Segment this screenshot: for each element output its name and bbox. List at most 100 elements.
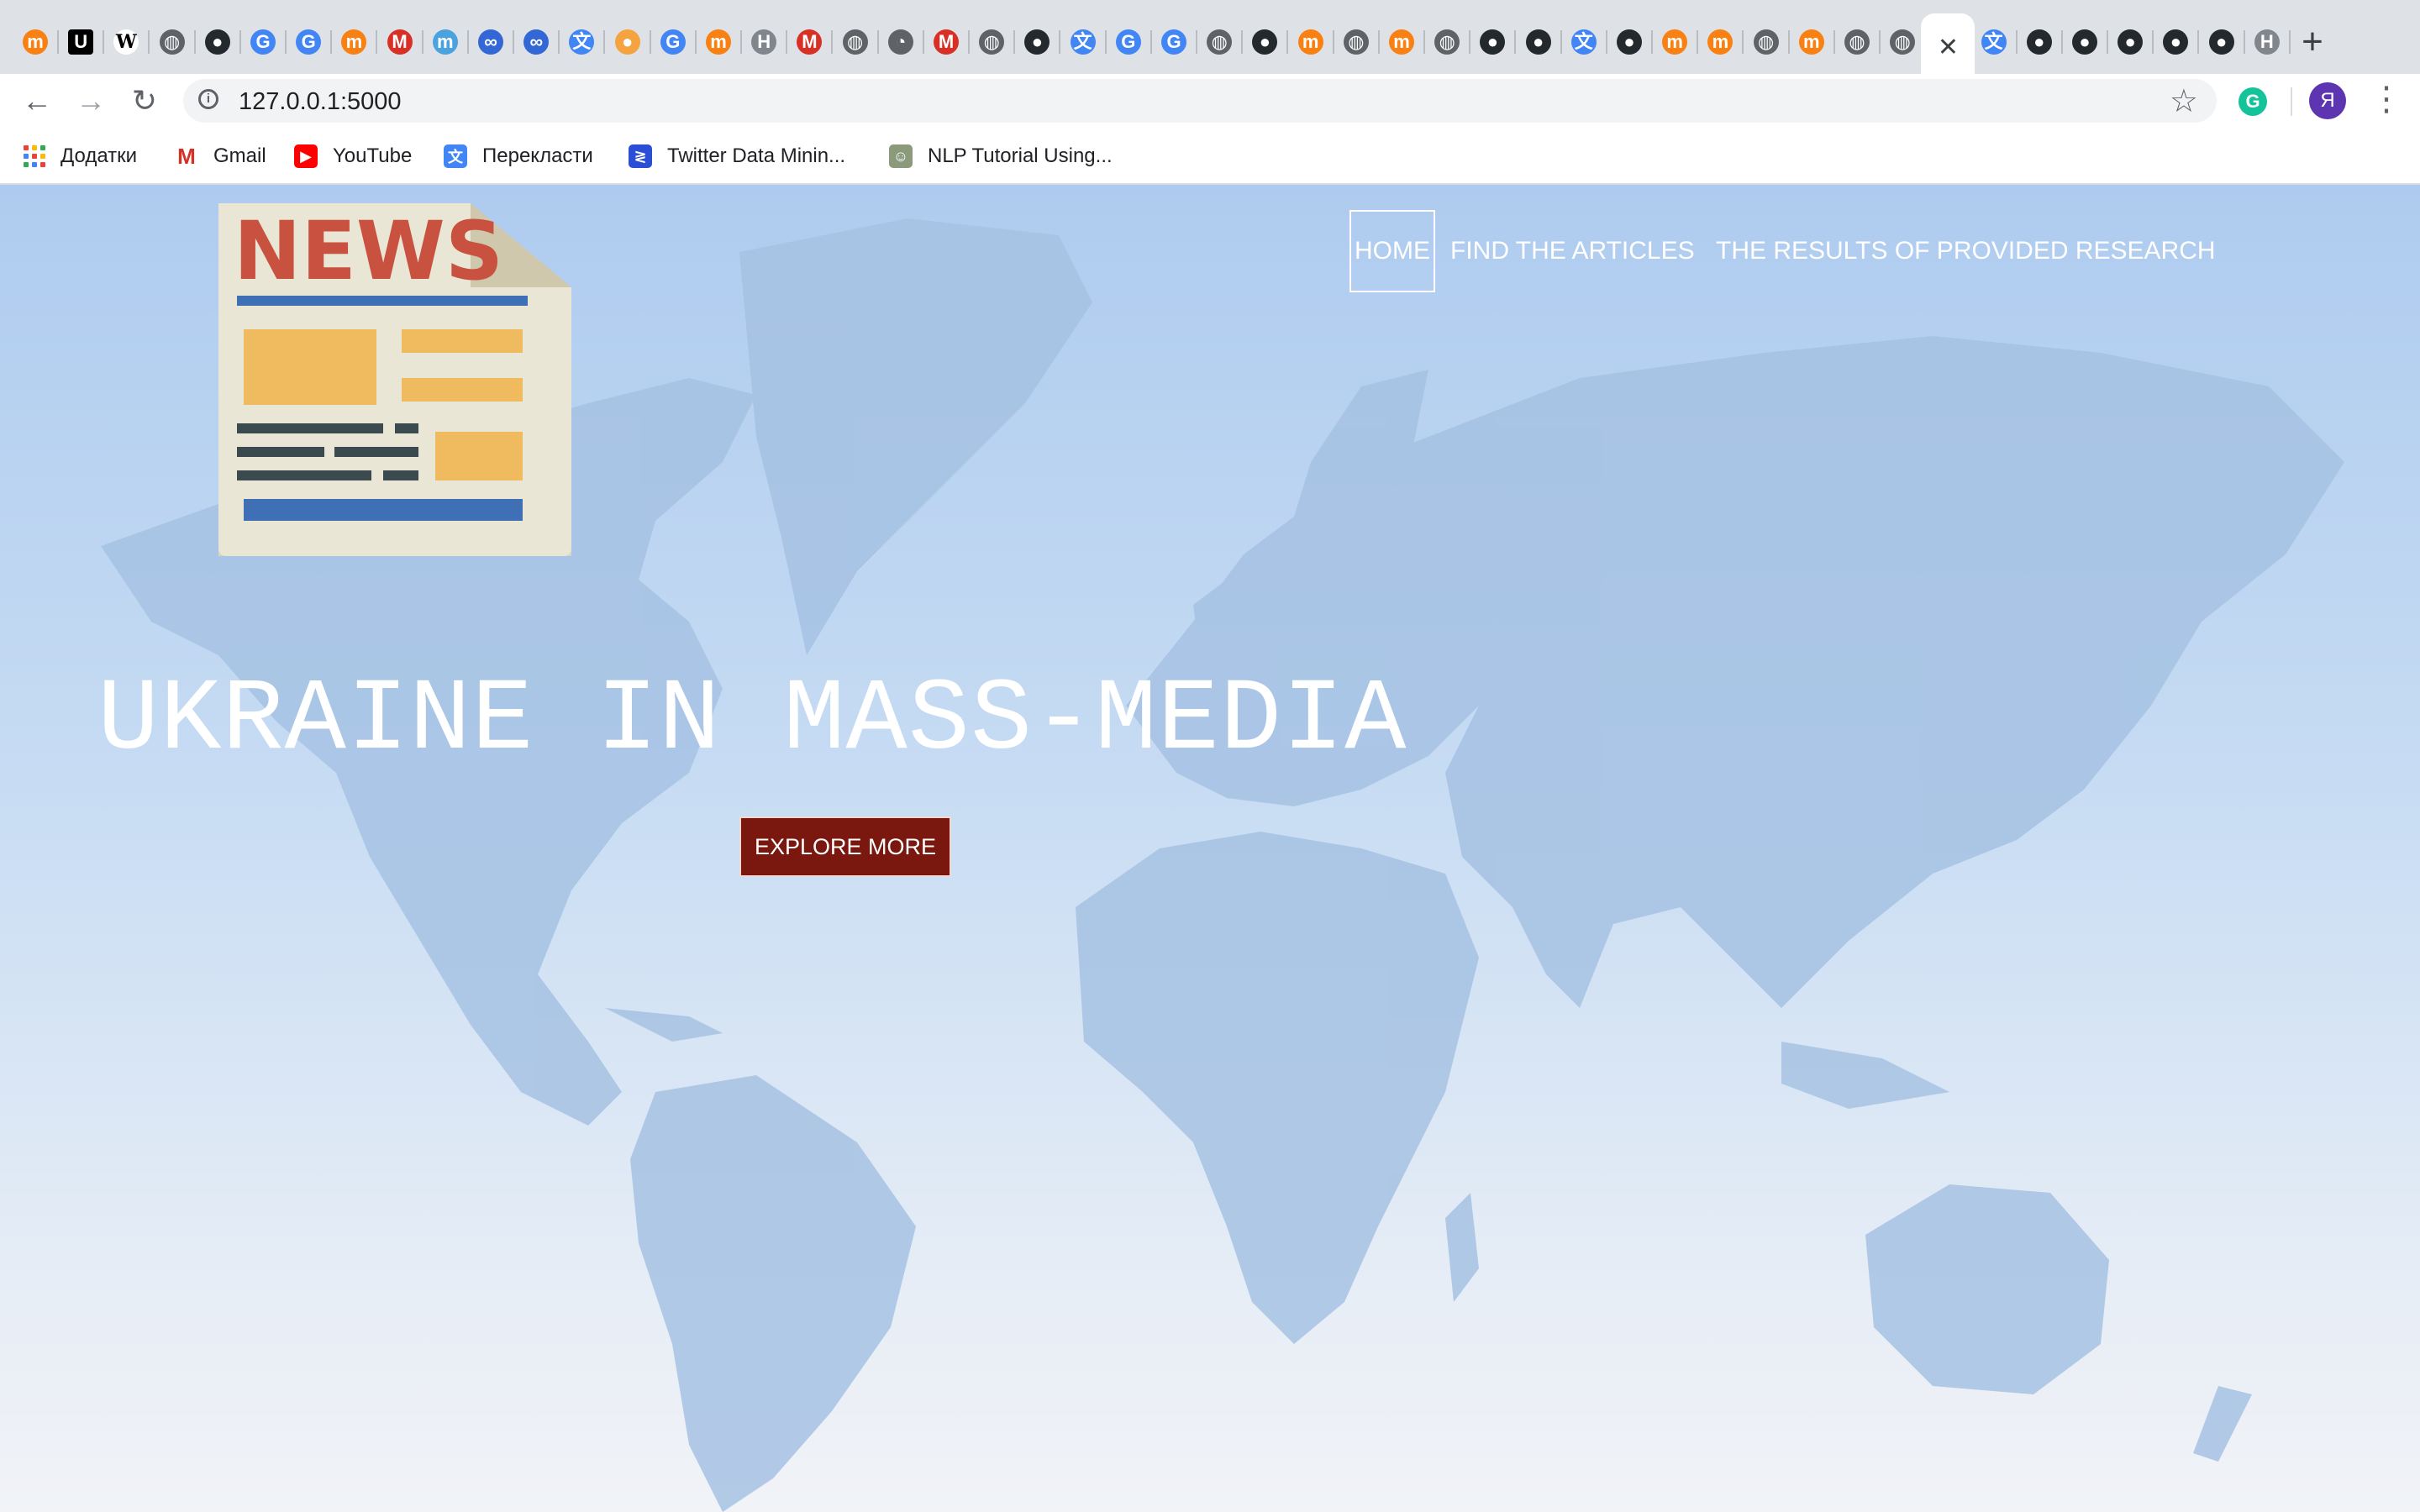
bookmark-label: Gmail bbox=[213, 144, 266, 167]
nav-find-articles-link[interactable]: FIND THE ARTICLES bbox=[1450, 210, 1695, 292]
browser-tab[interactable]: H bbox=[742, 20, 788, 64]
browser-tab[interactable]: 文 bbox=[1061, 20, 1107, 64]
close-icon[interactable]: ✕ bbox=[1938, 33, 1959, 62]
reload-icon[interactable]: ↻ bbox=[124, 81, 165, 121]
browser-tab[interactable]: H bbox=[2245, 20, 2291, 64]
browser-tab[interactable]: 文 bbox=[1972, 20, 2018, 64]
address-bar[interactable]: i 127.0.0.1:5000 ☆ bbox=[183, 79, 2217, 123]
translate-icon: 文 bbox=[1570, 29, 1597, 55]
news-logo-text: NEWS bbox=[234, 204, 503, 298]
browser-tab[interactable]: m bbox=[13, 20, 59, 64]
github-icon: ● bbox=[1252, 29, 1278, 55]
browser-tab[interactable]: ◍ bbox=[1197, 20, 1244, 64]
browser-tab[interactable]: 文 bbox=[1562, 20, 1607, 64]
browser-tab[interactable]: W bbox=[104, 20, 150, 64]
github-icon: ● bbox=[204, 29, 230, 55]
browser-tab[interactable]: m bbox=[1653, 20, 1699, 64]
browser-tab[interactable]: ● bbox=[1015, 20, 1061, 64]
nav-home-link[interactable]: HOME bbox=[1349, 210, 1435, 292]
moodle-icon: m bbox=[1389, 29, 1414, 55]
github-icon: ● bbox=[2118, 29, 2144, 55]
browser-tab[interactable]: ● bbox=[1243, 20, 1289, 64]
u-icon: U bbox=[68, 29, 94, 55]
translate-icon: 文 bbox=[444, 144, 467, 168]
grammarly-extension-icon[interactable]: G bbox=[2238, 87, 2267, 116]
browser-tab[interactable]: ◍ bbox=[1744, 20, 1790, 64]
browser-tab[interactable]: ∞ bbox=[469, 20, 514, 64]
browser-tab[interactable]: ● bbox=[1607, 20, 1653, 64]
site-info-icon[interactable]: i bbox=[198, 89, 218, 109]
forward-arrow-icon[interactable]: → bbox=[71, 81, 111, 121]
browser-tab[interactable]: G bbox=[1152, 20, 1197, 64]
google-icon: G bbox=[296, 29, 322, 55]
bookmark-item[interactable]: ▶ YouTube bbox=[294, 143, 412, 170]
tab-separator bbox=[2288, 30, 2291, 54]
nlp-icon: ☺ bbox=[889, 144, 913, 168]
browser-tab[interactable]: m bbox=[1380, 20, 1425, 64]
bookmark-item[interactable]: ☺ NLP Tutorial Using... bbox=[889, 143, 1113, 170]
browser-tab[interactable]: ◍ bbox=[970, 20, 1016, 64]
browser-tab[interactable]: m bbox=[1790, 20, 1835, 64]
browser-tab[interactable]: ● bbox=[2200, 20, 2245, 64]
browser-tab[interactable]: ◍ bbox=[1835, 20, 1881, 64]
new-tab-button[interactable]: + bbox=[2294, 24, 2331, 60]
browser-tab[interactable]: ● bbox=[2063, 20, 2108, 64]
browser-tab[interactable]: ● bbox=[2154, 20, 2200, 64]
browser-tab[interactable]: G bbox=[287, 20, 333, 64]
browser-tab[interactable]: m bbox=[697, 20, 742, 64]
browser-tab[interactable]: ● bbox=[196, 20, 241, 64]
bookmark-label: Twitter Data Minin... bbox=[667, 144, 846, 167]
browser-tab[interactable]: M bbox=[378, 20, 424, 64]
browser-tab[interactable]: ● bbox=[1470, 20, 1517, 64]
browser-tab[interactable]: ◍ bbox=[150, 20, 196, 64]
bookmark-item[interactable]: Додатки bbox=[24, 143, 137, 170]
browser-tab[interactable]: ● bbox=[606, 20, 651, 64]
globe-icon: ◍ bbox=[842, 29, 868, 55]
news-logo: NEWS bbox=[218, 203, 571, 556]
browser-tab[interactable]: ∞ bbox=[514, 20, 560, 64]
bookmark-label: Додатки bbox=[60, 144, 138, 167]
browser-tab[interactable]: ◍ bbox=[1881, 20, 1927, 64]
browser-tab[interactable]: m bbox=[424, 20, 469, 64]
wikipedia-icon: W bbox=[113, 29, 139, 55]
browser-tab[interactable]: m bbox=[1289, 20, 1334, 64]
active-tab[interactable]: ✕ bbox=[1921, 13, 1975, 74]
moodle-icon: m bbox=[23, 29, 48, 55]
browser-tab[interactable]: U bbox=[59, 20, 105, 64]
bookmark-item[interactable]: 文 Перекласти bbox=[444, 143, 593, 170]
url-text[interactable]: 127.0.0.1:5000 bbox=[239, 88, 402, 116]
browser-tab[interactable]: ● bbox=[2018, 20, 2063, 64]
explore-more-button[interactable]: EXPLORE MORE bbox=[739, 816, 951, 877]
browser-tab[interactable]: ◍ bbox=[1425, 20, 1471, 64]
m-circle-icon: m bbox=[432, 29, 458, 55]
moodle-icon: m bbox=[341, 29, 367, 55]
profile-avatar[interactable]: Я bbox=[2309, 82, 2346, 119]
globe-icon: ◍ bbox=[1343, 29, 1369, 55]
browser-tab[interactable]: ● bbox=[1517, 20, 1562, 64]
browser-tab[interactable]: m bbox=[332, 20, 378, 64]
nav-research-results-link[interactable]: THE RESULTS OF PROVIDED RESEARCH bbox=[1716, 210, 2216, 292]
google-icon: G bbox=[250, 29, 276, 55]
browser-tab[interactable]: G bbox=[651, 20, 697, 64]
github-icon: ● bbox=[2026, 29, 2052, 55]
browser-tab[interactable]: 文 bbox=[560, 20, 606, 64]
browser-tab[interactable]: ◍ bbox=[834, 20, 879, 64]
back-arrow-icon[interactable]: ← bbox=[17, 81, 57, 121]
moodle-icon: m bbox=[1297, 29, 1323, 55]
bookmark-item[interactable]: ≷ Twitter Data Minin... bbox=[629, 143, 845, 170]
bookmark-item[interactable]: M Gmail bbox=[175, 143, 266, 170]
browser-tab[interactable]: ● bbox=[2108, 20, 2154, 64]
browser-tab[interactable]: ◔ bbox=[879, 20, 924, 64]
browser-tab[interactable]: M bbox=[787, 20, 834, 64]
browser-menu-icon[interactable]: ⋮ bbox=[2370, 79, 2403, 123]
globe-icon: ◍ bbox=[1753, 29, 1779, 55]
bookmark-star-icon[interactable]: ☆ bbox=[2170, 82, 2198, 120]
browser-tab[interactable]: G bbox=[1107, 20, 1152, 64]
browser-tab[interactable]: G bbox=[241, 20, 287, 64]
browser-tab[interactable]: m bbox=[1698, 20, 1744, 64]
bookmark-label: Перекласти bbox=[482, 144, 593, 167]
browser-tab[interactable]: ◍ bbox=[1334, 20, 1380, 64]
browser-tab[interactable]: M bbox=[924, 20, 970, 64]
translate-icon: 文 bbox=[569, 29, 595, 55]
google-icon: G bbox=[1161, 29, 1186, 55]
